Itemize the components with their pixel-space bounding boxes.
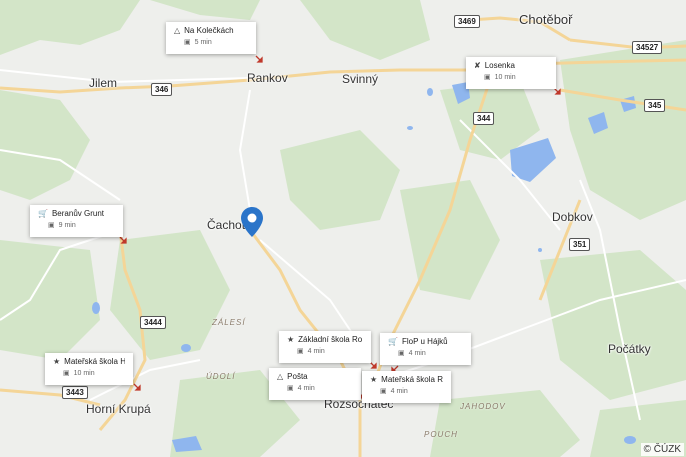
school-icon: ★ (287, 335, 295, 344)
place-svinny: Svinný (342, 72, 379, 86)
poi-name: Losenka (484, 61, 515, 70)
place-chotebor: Chotěboř (519, 12, 573, 27)
poi-time: 10 min (73, 369, 95, 377)
poi-card[interactable]: 🛒 FloP u Hájků ▣ 4 min (380, 333, 471, 365)
poi-time: 10 min (494, 73, 516, 81)
poi-time: 4 min (408, 349, 426, 357)
road-shield-344: 344 (473, 112, 495, 125)
restaurant-icon: ✘ (474, 61, 481, 70)
region-jahodov: JAHODOV (460, 402, 506, 411)
poi-card[interactable]: ★Mateřská škola H... ▣10 min (45, 353, 133, 385)
poi-time: 9 min (58, 221, 76, 229)
road-shield-345: 345 (644, 99, 666, 112)
place-pocatky: Počátky (608, 342, 651, 356)
region-pouch: POUCH (424, 430, 458, 439)
playground-icon: △ (277, 372, 284, 381)
copyright-label: © ČÚZK (640, 443, 684, 456)
region-zalesi: ZÁLESÍ (212, 318, 246, 327)
road-shield-346: 346 (151, 83, 173, 96)
poi-name: Mateřská škola H... (64, 357, 125, 366)
place-horni-krupa: Horní Krupá (86, 402, 151, 416)
car-icon: ▣ (398, 350, 405, 357)
poi-card[interactable]: 🛒 Beranův Grunt ▣ 9 min (30, 205, 123, 237)
car-icon: ▣ (287, 385, 294, 392)
road-shield-3444: 3444 (140, 316, 166, 329)
car-icon: ▣ (297, 348, 304, 355)
car-icon: ▣ (63, 370, 70, 377)
car-icon: ▣ (484, 74, 491, 81)
school-icon: ★ (53, 357, 61, 366)
poi-name: Základní škola Ro... (298, 335, 363, 344)
shop-icon: 🛒 (38, 209, 48, 218)
road-shield-351: 351 (569, 238, 591, 251)
poi-name: Beranův Grunt (51, 209, 104, 218)
car-icon: ▣ (184, 39, 191, 46)
school-icon: ★ (370, 375, 378, 384)
poi-name: Pošta (287, 372, 308, 381)
place-jilem: Jilem (89, 76, 118, 90)
poi-time: 4 min (390, 387, 408, 395)
poi-name: Mateřská škola R... (381, 375, 443, 384)
poi-card[interactable]: ✘ Losenka ▣ 10 min (466, 57, 556, 89)
road-shield-34527: 34527 (632, 41, 663, 54)
shop-icon: 🛒 (388, 337, 398, 346)
road-shield-3443: 3443 (62, 386, 88, 399)
place-rankov: Rankov (247, 71, 288, 85)
car-icon: ▣ (380, 388, 387, 395)
car-icon: ▣ (48, 222, 55, 229)
poi-name: FloP u Hájků (401, 337, 448, 346)
location-pin-icon[interactable] (241, 207, 263, 237)
poi-card[interactable]: ★ Mateřská škola R... ▣ 4 min (362, 371, 451, 403)
poi-card[interactable]: △ Pošta ▣ 4 min (269, 368, 361, 400)
poi-name: Na Kolečkách (184, 26, 234, 35)
poi-card[interactable]: △ Na Kolečkách ▣ 5 min (166, 22, 256, 54)
place-dobkov: Dobkov (552, 210, 593, 224)
road-shield-3469: 3469 (454, 15, 480, 28)
poi-time: 4 min (307, 347, 325, 355)
poi-time: 4 min (297, 384, 315, 392)
poi-time: 5 min (194, 38, 212, 46)
poi-card[interactable]: ★ Základní škola Ro... ▣ 4 min (279, 331, 371, 363)
region-udoli: ÚDOLÍ (206, 372, 236, 381)
playground-icon: △ (174, 26, 181, 35)
